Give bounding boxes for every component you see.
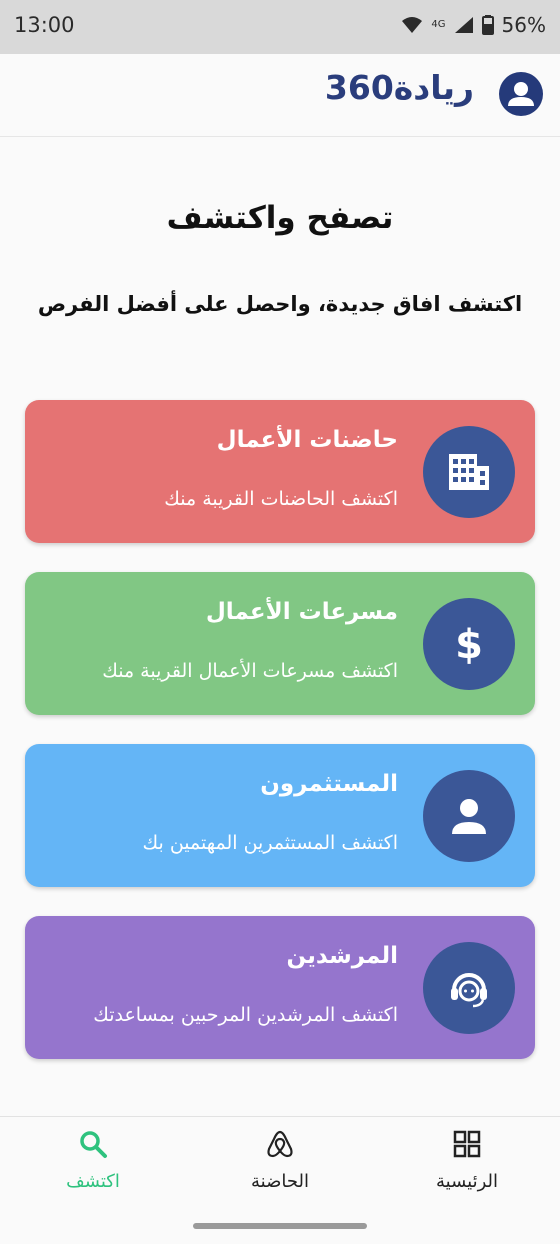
nav-item-incubator[interactable]: الحاضنة (210, 1117, 350, 1213)
card-title: المرشدين (286, 943, 399, 969)
dollar-icon: $ (455, 622, 483, 668)
brand-number: 360 (324, 68, 394, 107)
dashboard-icon (453, 1130, 481, 1158)
page-title: تصفح واكتشف (166, 200, 394, 236)
brand-text: ريادة (393, 68, 474, 107)
nav-item-home[interactable]: الرئيسية (397, 1117, 537, 1213)
page-subtitle: اكتشف افاق جديدة، واحصل على أفضل الفرص (37, 292, 523, 316)
card-description: اكتشف المرشدين المرحبين بمساعدتك (93, 1004, 398, 1026)
home-indicator[interactable] (193, 1223, 367, 1229)
airbnb-icon (267, 1130, 293, 1158)
building-icon (449, 454, 489, 490)
card-icon-circle (423, 942, 515, 1034)
nav-item-explore[interactable]: اكتشف (23, 1117, 163, 1213)
status-time: 13:00 (14, 13, 75, 37)
app-brand: ريادة360 (325, 68, 474, 107)
card-description: اكتشف الحاضنات القريبة منك (164, 488, 398, 510)
signal-icon (454, 17, 473, 33)
battery-icon (481, 15, 494, 35)
investors-card[interactable]: المستثمرون اكتشف المستثمرين المهتمين بك (25, 744, 535, 887)
battery-level: 56% (501, 13, 546, 37)
card-icon-circle (423, 426, 515, 518)
card-title: مسرعات الأعمال (205, 599, 398, 625)
nav-label: اكتشف (66, 1171, 120, 1192)
card-description: اكتشف المستثمرين المهتمين بك (142, 832, 398, 854)
svg-text:$: $ (455, 622, 483, 668)
nav-label: الرئيسية (436, 1171, 498, 1192)
person-icon (452, 799, 486, 834)
network-type: 4G (431, 19, 446, 30)
status-bar: 13:00 4G 56% (0, 0, 560, 54)
status-icons: 4G 56% (401, 13, 546, 37)
card-description: اكتشف مسرعات الأعمال القريبة منك (102, 660, 398, 682)
card-icon-circle: $ (423, 598, 515, 690)
card-title: المستثمرون (260, 771, 398, 797)
bottom-navigation: اكتشف الحاضنة الرئيسية (0, 1116, 560, 1213)
headset-icon (451, 973, 487, 1008)
person-icon (508, 82, 534, 106)
accelerators-card[interactable]: $ مسرعات الأعمال اكتشف مسرعات الأعمال ال… (25, 572, 535, 715)
card-title: حاضنات الأعمال (216, 427, 398, 453)
app-bar: ريادة360 (0, 54, 560, 137)
profile-avatar[interactable] (499, 72, 543, 116)
wifi-icon (402, 17, 423, 33)
card-icon-circle (423, 770, 515, 862)
nav-label: الحاضنة (251, 1171, 309, 1192)
incubators-card[interactable]: حاضنات الأعمال اكتشف الحاضنات القريبة من… (25, 400, 535, 543)
mentors-card[interactable]: المرشدين اكتشف المرشدين المرحبين بمساعدت… (25, 916, 535, 1059)
search-icon (80, 1131, 107, 1158)
